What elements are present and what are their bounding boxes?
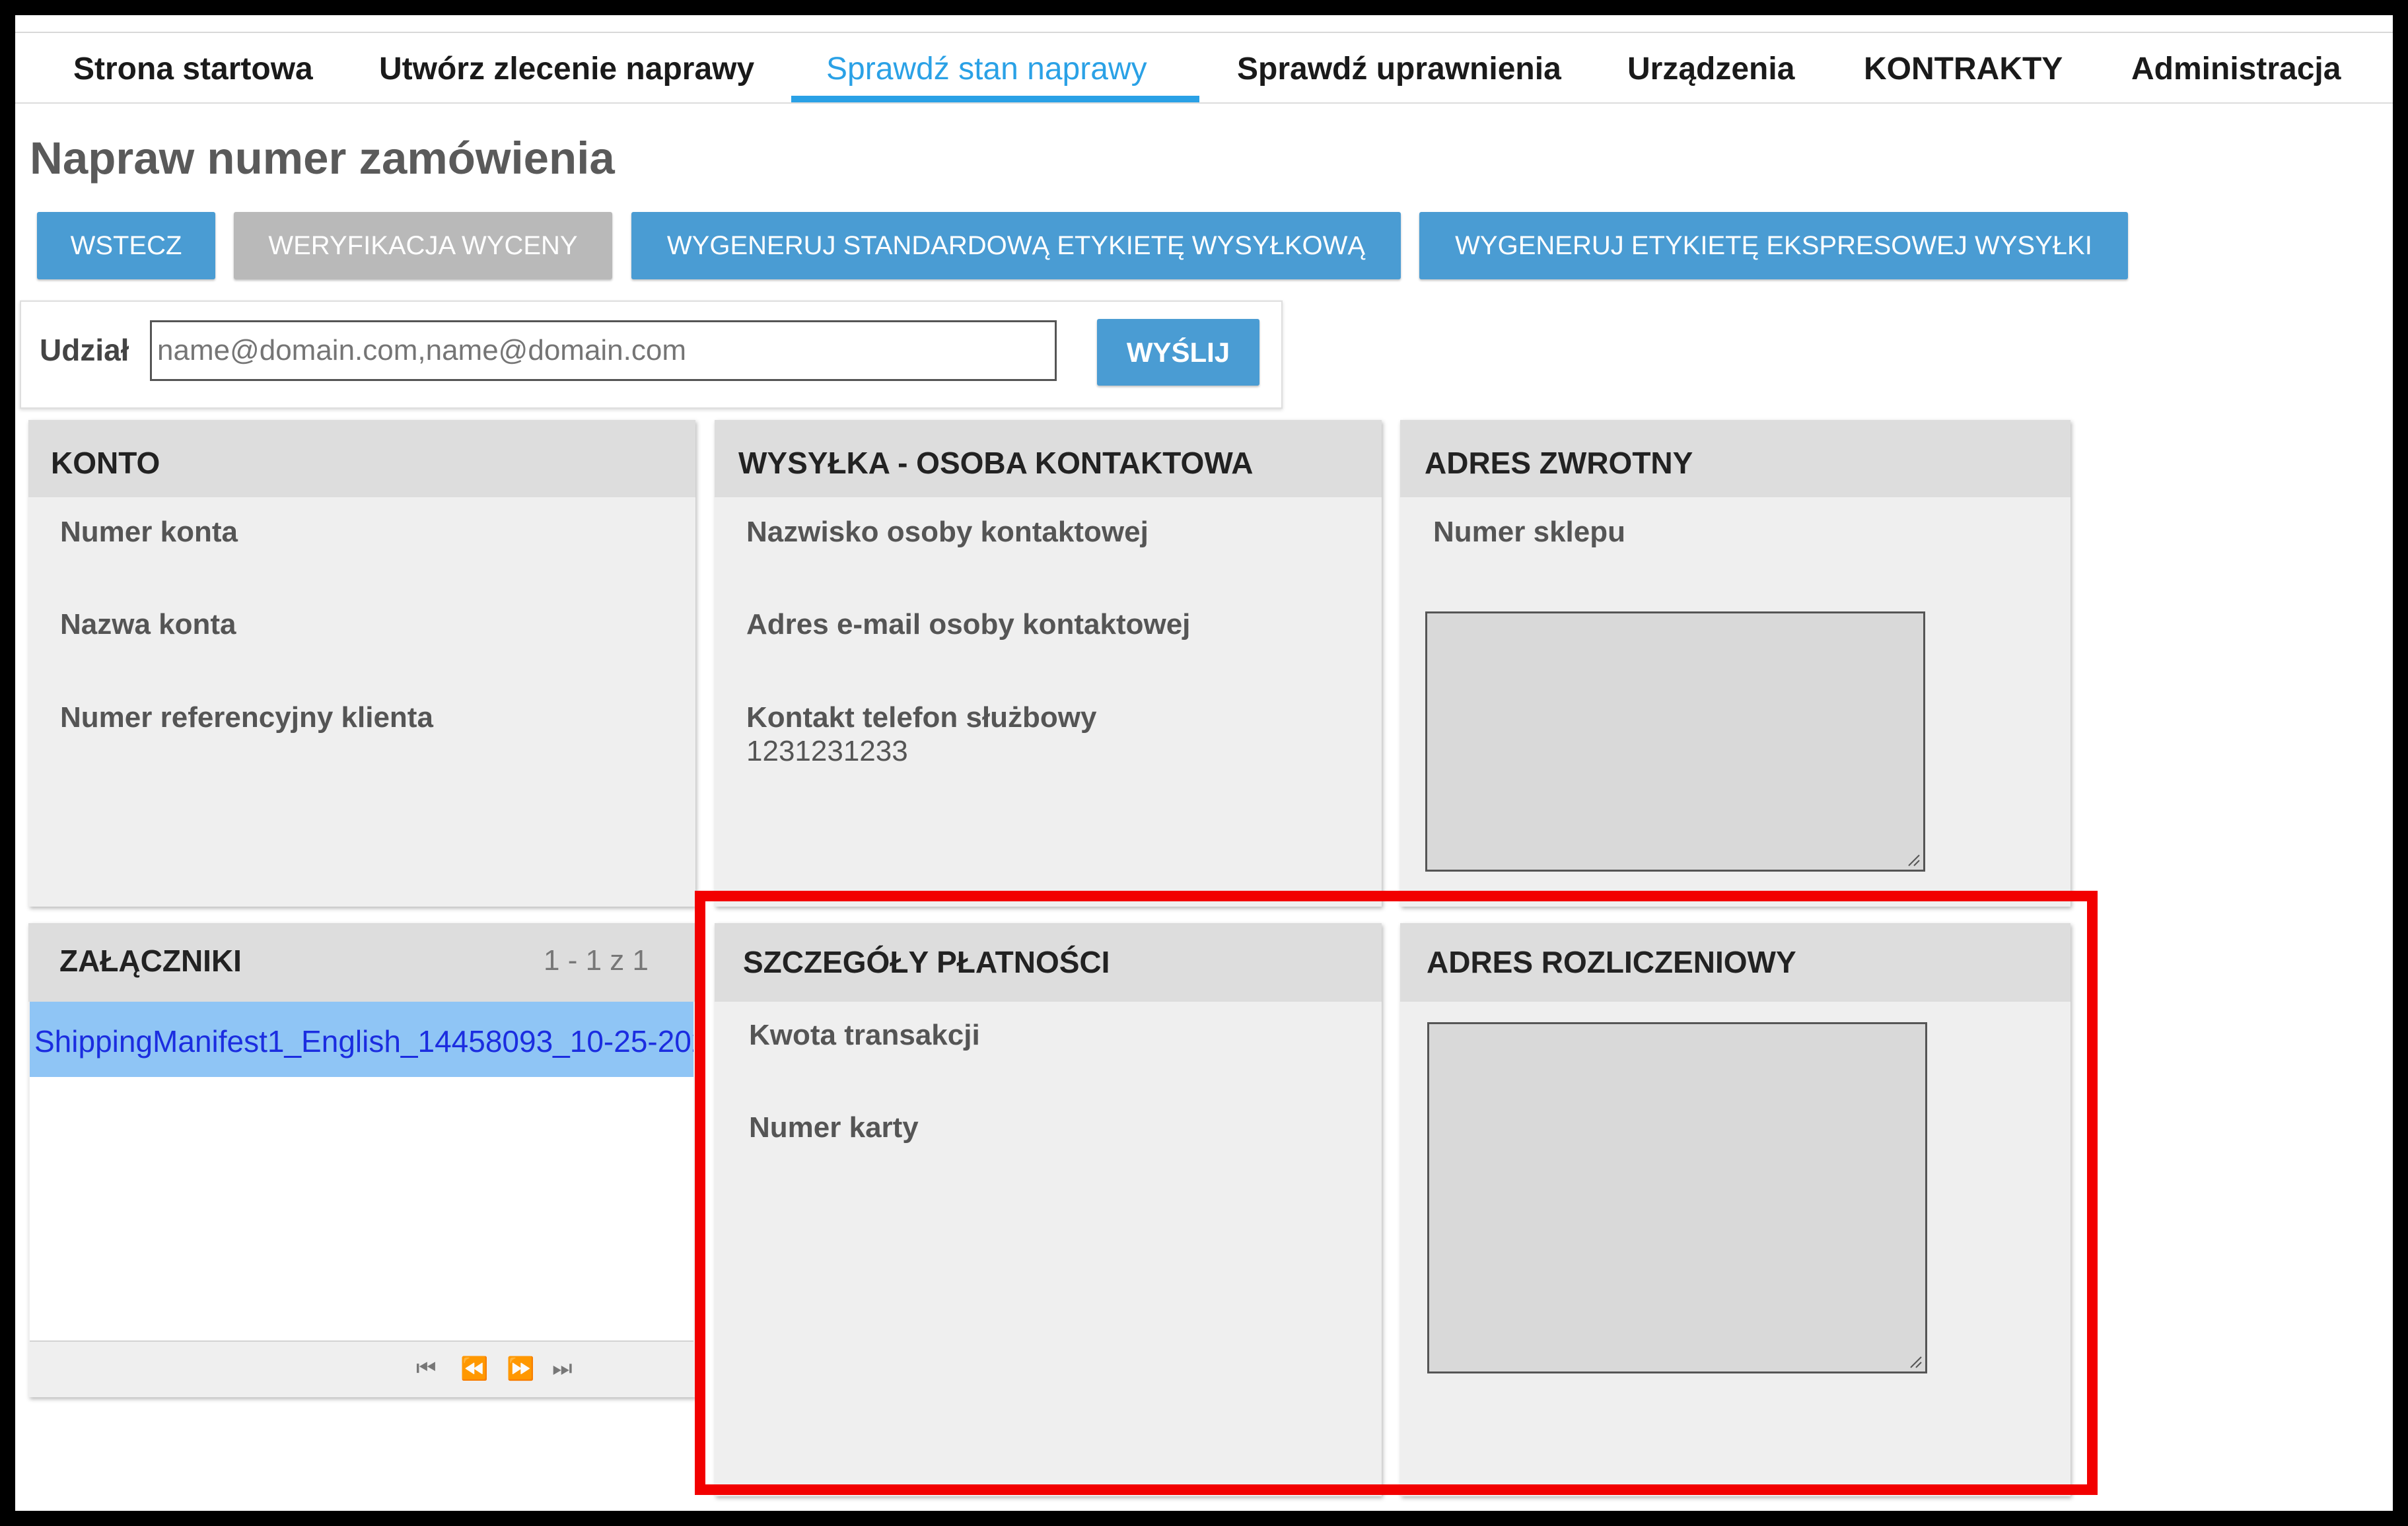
account-number-label: Numer konta: [60, 516, 238, 548]
tab-administration[interactable]: Administracja: [2131, 50, 2341, 89]
account-panel-title: KONTO: [51, 446, 160, 480]
tab-check-entitlements[interactable]: Sprawdź uprawnienia: [1237, 50, 1561, 89]
send-button[interactable]: WYŚLIJ: [1097, 319, 1259, 386]
tab-devices[interactable]: Urządzenia: [1627, 50, 1794, 89]
shipping-contact-panel-title: WYSYŁKA - OSOBA KONTAKTOWA: [738, 446, 1254, 480]
frame-border-left: [0, 0, 15, 1526]
account-name-label: Nazwa konta: [60, 608, 236, 641]
contact-phone-label: Kontakt telefon służbowy: [746, 701, 1097, 734]
attachments-pager: [30, 1340, 693, 1395]
first-page-icon[interactable]: ⏮: [416, 1356, 437, 1381]
last-page-icon[interactable]: ⏭: [552, 1356, 573, 1381]
frame-border-top: [0, 0, 2408, 15]
next-page-icon[interactable]: ⏩: [507, 1356, 534, 1382]
prev-page-icon[interactable]: ⏪: [460, 1356, 488, 1382]
contact-email-label: Adres e-mail osoby kontaktowej: [746, 608, 1191, 641]
page-title: Napraw numer zamówienia: [30, 133, 615, 184]
return-address-panel: ADRES ZWROTNY Numer sklepu: [1400, 420, 2071, 907]
frame-border-bottom: [0, 1511, 2408, 1526]
list-item[interactable]: ShippingManifest1_English_14458093_10-25…: [30, 1002, 693, 1077]
generate-standard-label-button[interactable]: WYGENERUJ STANDARDOWĄ ETYKIETĘ WYSYŁKOWĄ: [631, 212, 1401, 279]
attachments-count: 1 - 1 z 1: [544, 944, 649, 977]
back-button[interactable]: WSTECZ: [37, 212, 215, 279]
store-number-label: Numer sklepu: [1433, 516, 1625, 548]
tab-create-repair[interactable]: Utwórz zlecenie naprawy: [379, 50, 754, 89]
active-tab-indicator: [791, 96, 1199, 102]
tab-contracts[interactable]: KONTRAKTY: [1864, 50, 2063, 89]
share-email-input[interactable]: [150, 320, 1057, 381]
tab-home[interactable]: Strona startowa: [73, 50, 313, 89]
return-address-textarea[interactable]: [1425, 611, 1925, 872]
attachment-link[interactable]: ShippingManifest1_English_14458093_10-25…: [34, 1023, 693, 1059]
customer-reference-label: Numer referencyjny klienta: [60, 701, 433, 734]
tab-check-repair-status[interactable]: Sprawdź stan naprawy: [826, 50, 1147, 89]
top-divider: [15, 32, 2393, 33]
return-address-panel-title: ADRES ZWROTNY: [1425, 446, 1693, 480]
nav-divider: [15, 102, 2393, 104]
contact-name-label: Nazwisko osoby kontaktowej: [746, 516, 1149, 548]
generate-express-label-button[interactable]: WYGENERUJ ETYKIETĘ EKSPRESOWEJ WYSYŁKI: [1419, 212, 2128, 279]
quote-verification-button[interactable]: WERYFIKACJA WYCENY: [234, 212, 612, 279]
highlight-box: [695, 891, 2098, 1495]
account-panel: KONTO Numer konta Nazwa konta Numer refe…: [28, 420, 695, 907]
resize-handle-icon[interactable]: [1906, 852, 1921, 867]
attachments-panel-title: ZAŁĄCZNIKI: [59, 944, 242, 978]
attachments-list: ShippingManifest1_English_14458093_10-25…: [30, 1002, 693, 1340]
shipping-contact-panel: WYSYŁKA - OSOBA KONTAKTOWA Nazwisko osob…: [715, 420, 1382, 907]
contact-phone-value: 1231231233: [746, 735, 908, 767]
frame-border-right: [2393, 0, 2408, 1526]
share-label: Udział: [40, 333, 129, 367]
